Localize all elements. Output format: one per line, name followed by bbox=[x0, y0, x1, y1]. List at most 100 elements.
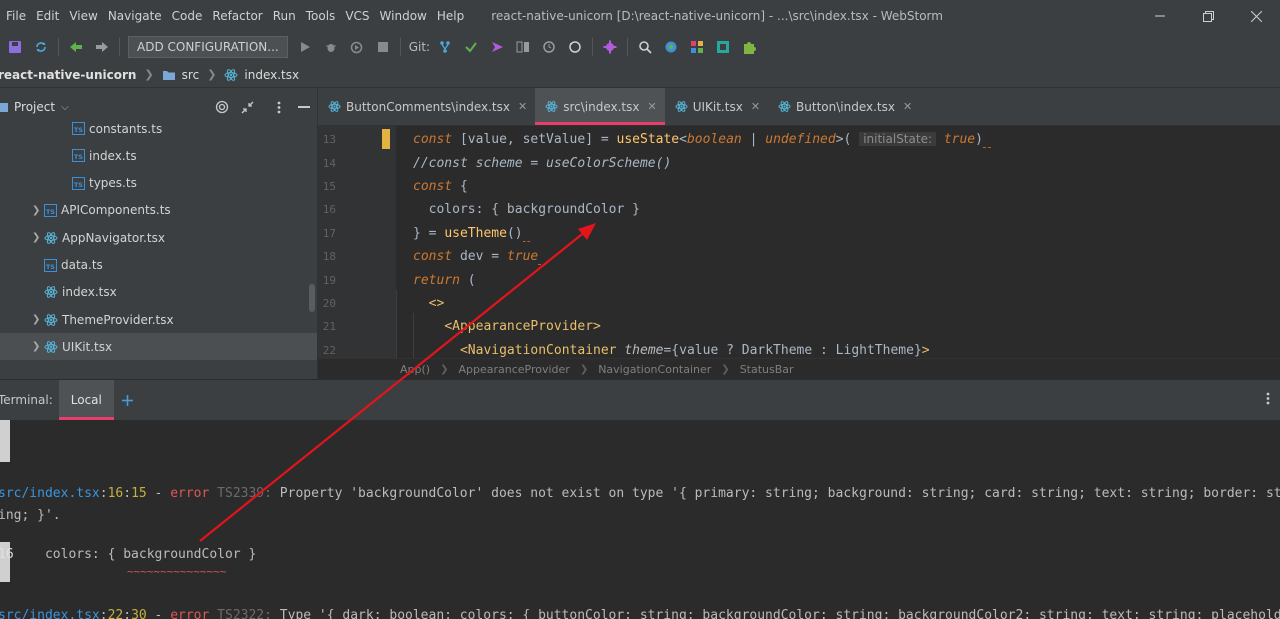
close-window-button[interactable] bbox=[1232, 0, 1280, 32]
terminal-output[interactable]: src/index.tsx:16:15 - error TS2339: Prop… bbox=[0, 420, 1280, 619]
gear-icon bbox=[603, 40, 617, 54]
hide-panel-button[interactable] bbox=[295, 98, 313, 116]
git-commit-button[interactable] bbox=[460, 36, 482, 58]
snippet-code: colors: { backgroundColor } bbox=[13, 547, 257, 562]
menu-code[interactable]: Code bbox=[167, 9, 208, 23]
project-scrollbar[interactable] bbox=[309, 284, 315, 312]
editor-tab[interactable]: ButtonComments\index.tsx ✕ bbox=[318, 88, 535, 125]
tree-item[interactable]: ❯ AppNavigator.tsx bbox=[0, 224, 317, 251]
tree-item[interactable]: ❯ UIKit.tsx bbox=[0, 333, 317, 361]
menu-refactor[interactable]: Refactor bbox=[207, 9, 267, 23]
menu-navigate[interactable]: Navigate bbox=[103, 9, 167, 23]
chevron-right-icon[interactable]: ❯ bbox=[32, 232, 44, 243]
chevron-right-icon[interactable]: ❯ bbox=[32, 341, 44, 352]
close-tab-icon[interactable]: ✕ bbox=[647, 100, 656, 113]
plugins-button[interactable] bbox=[686, 36, 708, 58]
add-configuration-button[interactable]: ADD CONFIGURATION... bbox=[128, 36, 288, 58]
editor-tab[interactable]: UIKit.tsx ✕ bbox=[665, 88, 768, 125]
terminal-tab-local[interactable]: Local bbox=[58, 380, 114, 420]
globe-icon bbox=[665, 41, 677, 53]
navigation-breadcrumb: react-native-unicorn ❯ src ❯ index.tsx bbox=[0, 62, 1280, 88]
breadcrumb-project[interactable]: react-native-unicorn bbox=[0, 68, 136, 82]
menu-view[interactable]: View bbox=[64, 9, 102, 23]
git-update-button[interactable] bbox=[434, 36, 456, 58]
terminal-options-button[interactable] bbox=[1266, 392, 1270, 409]
stop-button[interactable] bbox=[372, 36, 394, 58]
menu-help[interactable]: Help bbox=[432, 9, 469, 23]
git-push-button[interactable] bbox=[486, 36, 508, 58]
debug-button[interactable] bbox=[320, 36, 342, 58]
error-code: TS2339: bbox=[217, 486, 272, 501]
tree-item[interactable]: ❯ TS APIComponents.ts bbox=[0, 197, 317, 224]
extensions-button[interactable] bbox=[738, 36, 760, 58]
new-terminal-button[interactable] bbox=[121, 380, 133, 420]
panel-options-button[interactable] bbox=[270, 98, 288, 116]
chevron-right-icon[interactable]: ❯ bbox=[32, 314, 44, 325]
menu-run[interactable]: Run bbox=[268, 9, 301, 23]
minimize-button[interactable] bbox=[1136, 0, 1184, 32]
restore-button[interactable] bbox=[1184, 0, 1232, 32]
close-tab-icon[interactable]: ✕ bbox=[751, 100, 760, 113]
window-title: react-native-unicorn [D:\react-native-un… bbox=[491, 9, 943, 23]
run-button[interactable] bbox=[294, 36, 316, 58]
git-history-button[interactable] bbox=[538, 36, 560, 58]
code-line: 16 colors: { backgroundColor } bbox=[318, 198, 1280, 221]
arrow-right-icon bbox=[96, 42, 108, 52]
crumb-appearance-provider[interactable]: AppearanceProvider bbox=[458, 363, 569, 376]
tree-item[interactable]: ❯ ThemeProvider.tsx bbox=[0, 306, 317, 333]
close-tab-icon[interactable]: ✕ bbox=[518, 100, 527, 113]
menu-edit[interactable]: Edit bbox=[31, 9, 64, 23]
back-button[interactable] bbox=[65, 36, 87, 58]
editor-tab-label: Button\index.tsx bbox=[796, 99, 895, 114]
react-file-icon bbox=[44, 231, 58, 245]
save-all-button[interactable] bbox=[4, 36, 26, 58]
bug-icon bbox=[325, 44, 336, 52]
profile-button[interactable] bbox=[346, 36, 368, 58]
code-editor[interactable]: 13 const [value, setValue] = useState<bo… bbox=[318, 126, 1280, 358]
tree-item[interactable]: TS index.ts bbox=[0, 142, 317, 169]
git-rollback-button[interactable] bbox=[564, 36, 586, 58]
toolbox-icon bbox=[717, 41, 730, 53]
toolbar-divider bbox=[627, 38, 629, 56]
crumb-status-bar[interactable]: StatusBar bbox=[740, 363, 794, 376]
chevron-right-icon[interactable]: ❯ bbox=[32, 205, 44, 216]
menu-bar: File Edit View Navigate Code Refactor Ru… bbox=[0, 0, 1280, 32]
tree-item-label: index.ts bbox=[89, 148, 137, 163]
typescript-file-icon: TS bbox=[72, 149, 85, 163]
chevron-down-icon[interactable]: ⌵ bbox=[61, 102, 69, 113]
terminal-cursor-block bbox=[0, 420, 10, 462]
tree-item[interactable]: index.tsx bbox=[0, 279, 317, 306]
menu-window[interactable]: Window bbox=[375, 9, 432, 23]
menu-file[interactable]: File bbox=[0, 9, 31, 23]
search-everywhere-button[interactable] bbox=[634, 36, 656, 58]
tree-item[interactable]: TS types.ts bbox=[0, 170, 317, 197]
settings-button[interactable] bbox=[599, 36, 621, 58]
project-panel-title[interactable]: Project bbox=[14, 100, 55, 114]
collapse-all-button[interactable] bbox=[238, 98, 256, 116]
locate-file-button[interactable] bbox=[213, 98, 231, 116]
menu-tools[interactable]: Tools bbox=[301, 9, 341, 23]
error-path[interactable]: src/index.tsx bbox=[0, 486, 100, 501]
breadcrumb-folder[interactable]: src bbox=[162, 68, 199, 82]
menu-vcs[interactable]: VCS bbox=[340, 9, 374, 23]
code-text: return ( bbox=[413, 272, 476, 288]
tree-item-label: data.ts bbox=[61, 258, 103, 272]
crumb-app[interactable]: App() bbox=[400, 363, 430, 376]
crumb-navigation-container[interactable]: NavigationContainer bbox=[598, 363, 711, 376]
code-with-me-button[interactable] bbox=[660, 36, 682, 58]
close-tab-icon[interactable]: ✕ bbox=[903, 100, 912, 113]
react-file-icon bbox=[44, 340, 58, 354]
git-compare-button[interactable] bbox=[512, 36, 534, 58]
git-branch-icon bbox=[440, 41, 450, 53]
error-code: TS2322: bbox=[217, 608, 272, 619]
forward-button[interactable] bbox=[91, 36, 113, 58]
breadcrumb-file[interactable]: index.tsx bbox=[224, 68, 299, 82]
tree-item[interactable]: TS data.ts bbox=[0, 252, 317, 279]
error-path[interactable]: src/index.tsx bbox=[0, 608, 100, 619]
editor-tab[interactable]: Button\index.tsx ✕ bbox=[768, 88, 920, 125]
sync-button[interactable] bbox=[30, 36, 52, 58]
main-toolbar: ADD CONFIGURATION... Git: bbox=[0, 32, 1280, 62]
editor-tab[interactable]: src\index.tsx ✕ bbox=[535, 88, 666, 125]
tree-item[interactable]: TS constants.ts bbox=[0, 115, 317, 142]
toolbox-button[interactable] bbox=[712, 36, 734, 58]
